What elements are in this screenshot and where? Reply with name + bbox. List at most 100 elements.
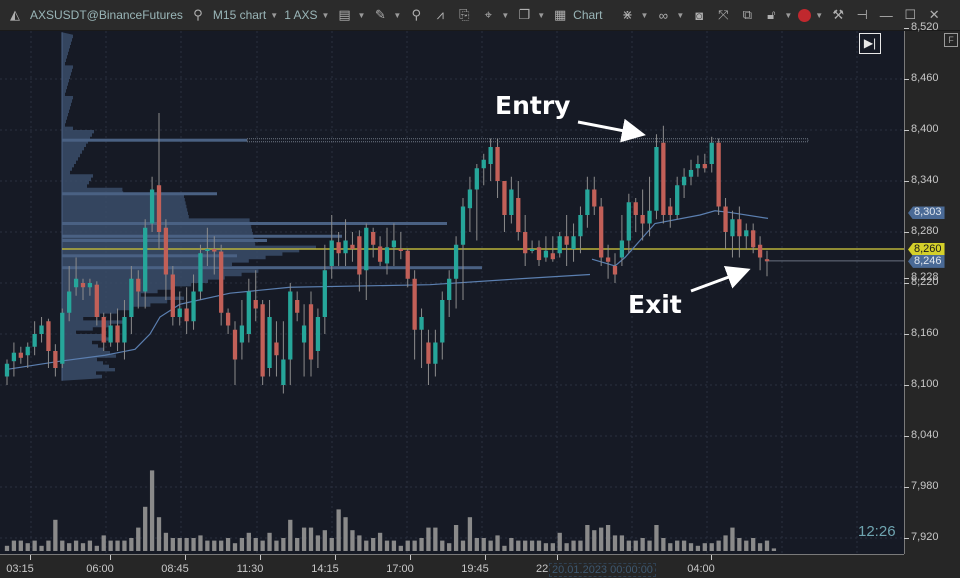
- volume-bar: [391, 540, 397, 551]
- candle-body: [744, 230, 749, 237]
- volume-bar: [550, 543, 555, 551]
- cluster-dropdown[interactable]: ⋇ ▼: [616, 0, 652, 30]
- volume-bar: [329, 538, 334, 551]
- objects-button[interactable]: ⎘: [452, 0, 476, 30]
- price-tag: 8,260: [908, 243, 945, 256]
- volume-bar: [744, 540, 749, 551]
- resistance-zone: [246, 138, 809, 143]
- volume-bar: [675, 540, 680, 551]
- volume-bar: [709, 543, 714, 551]
- record-icon: [798, 8, 812, 22]
- candle-body: [529, 249, 535, 251]
- candle-body: [143, 227, 148, 292]
- volume-bar: [129, 538, 134, 551]
- volume-bar: [384, 540, 390, 551]
- candle-body: [578, 215, 583, 237]
- price-axis[interactable]: 8,520 8,460 8,400 8,340 8,280 8,220 8,160 8,100…: [904, 21, 960, 554]
- candle-body: [688, 169, 694, 177]
- minimize-button[interactable]: —: [874, 0, 898, 30]
- price-tag: 8,246: [908, 254, 945, 268]
- volume-bar: [301, 527, 307, 551]
- scroll-to-end-button[interactable]: ▶|: [859, 33, 881, 54]
- candle-body: [170, 274, 175, 317]
- symbol-selector[interactable]: AXSUSDT@BinanceFutures: [27, 0, 186, 30]
- volume-bar: [357, 535, 362, 551]
- candle-body: [626, 202, 631, 241]
- price-tick-label: 7,920: [904, 531, 939, 543]
- screenshot-button[interactable]: ◙: [687, 0, 711, 30]
- candle-body: [764, 259, 770, 262]
- exit-arrow: [690, 265, 751, 293]
- candle-body: [336, 242, 341, 254]
- toolbar: ◭ AXSUSDT@BinanceFutures ⚲ M15 chart ▼ 1…: [0, 0, 960, 31]
- template-dropdown[interactable]: ▤ ▼: [332, 0, 368, 30]
- volume-profile-spike: [62, 254, 237, 258]
- volume-bar: [122, 540, 127, 551]
- drawing-tools-dropdown[interactable]: ✎ ▼: [368, 0, 404, 30]
- candle-body: [357, 236, 362, 275]
- time-tick-label: 08:45: [161, 563, 189, 575]
- volume-bar: [260, 540, 265, 551]
- price-tick-label: 8,400: [904, 123, 939, 135]
- candle-body: [149, 189, 155, 224]
- chevron-down-icon: ▼: [815, 10, 824, 20]
- settings-button[interactable]: ⚒: [826, 0, 850, 30]
- time-axis[interactable]: 20.01.2023 00:00:00 03:15 06:00 08:45 11:30…: [0, 554, 904, 578]
- symbol-label: AXSUSDT@BinanceFutures: [30, 8, 183, 22]
- candle-body: [564, 236, 569, 245]
- lock-dropdown[interactable]: 🔓︎ ▼: [759, 0, 795, 30]
- price-tag: 8,303: [908, 206, 945, 220]
- chart-label: Chart: [573, 8, 603, 22]
- window-icon: ❐: [518, 7, 531, 22]
- record-dropdown[interactable]: ▼: [795, 0, 826, 30]
- app-logo-button[interactable]: ◭: [0, 0, 27, 30]
- volume-bar: [405, 540, 410, 551]
- link-dropdown[interactable]: ∞ ▼: [651, 0, 687, 30]
- crosshair-dropdown[interactable]: ⌖ ▼: [476, 0, 512, 30]
- candle-body: [129, 278, 134, 317]
- pencil-icon: ✎: [374, 7, 386, 22]
- volume-bar: [253, 538, 258, 551]
- volume-bar: [523, 540, 528, 551]
- pin-button[interactable]: ⊣: [850, 0, 874, 30]
- candle-body: [32, 334, 37, 347]
- time-tick-label: 22: [536, 563, 549, 575]
- chevron-down-icon: ▼: [784, 10, 793, 20]
- candle-body: [536, 247, 542, 261]
- volume-bar: [495, 535, 500, 551]
- volume-bar: [108, 540, 113, 551]
- chart-canvas[interactable]: Entry Exit ▶| 12:26: [0, 31, 904, 554]
- candle-body: [675, 185, 680, 215]
- pin-icon: ⊣: [856, 7, 868, 22]
- duplicate-button[interactable]: ⧉: [735, 0, 759, 30]
- volume-bar: [377, 532, 383, 551]
- time-tick-mark: [557, 555, 558, 560]
- volume-bar: [433, 527, 438, 551]
- candle-body: [412, 278, 417, 330]
- candle-body: [557, 236, 562, 254]
- indicators-button[interactable]: ⩘: [428, 0, 452, 30]
- volume-bar: [578, 540, 583, 551]
- symbol-search-button[interactable]: ⚲: [186, 0, 210, 30]
- timeframe-dropdown[interactable]: M15 chart ▼: [210, 0, 281, 30]
- lock-icon: 🔓︎: [767, 7, 776, 22]
- zoom-button[interactable]: ⚲: [404, 0, 428, 30]
- volume-bar: [136, 527, 141, 551]
- volume-bar: [440, 540, 445, 551]
- volume-bar: [350, 530, 355, 551]
- volume-bar: [730, 527, 735, 551]
- volume-profile: [62, 32, 316, 381]
- volume-bar: [447, 543, 452, 551]
- volume-bar: [592, 530, 597, 551]
- candle-body: [73, 278, 79, 288]
- chart-mode-button[interactable]: ▦ Chart: [548, 0, 605, 30]
- window-dropdown[interactable]: ❐ ▼: [512, 0, 548, 30]
- volume-bar: [716, 540, 721, 551]
- volume-bar: [529, 540, 535, 551]
- fullscreen-button[interactable]: ⤧: [711, 0, 735, 30]
- candle-body: [668, 206, 673, 215]
- quantity-dropdown[interactable]: 1 AXS ▼: [281, 0, 332, 30]
- candle-body: [315, 317, 321, 351]
- fit-button[interactable]: F: [944, 33, 958, 47]
- volume-bar: [633, 540, 638, 551]
